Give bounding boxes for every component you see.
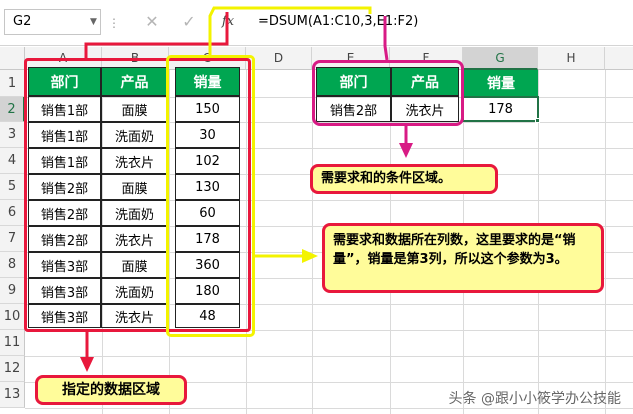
data-range-arrow-head bbox=[80, 357, 94, 372]
data-range-connector bbox=[84, 12, 229, 58]
column-arrow-head bbox=[302, 249, 318, 263]
watermark: 头条 @跟小小筱学办公技能 bbox=[448, 391, 621, 407]
criteria-arrow-head bbox=[399, 143, 413, 158]
column-callout: 需要求和数据所在列数，这里要求的是“销量”，销量是第3列，所以这个参数为3。 bbox=[322, 223, 604, 293]
column-connector bbox=[208, 6, 372, 55]
annotation-connectors bbox=[80, 6, 413, 372]
criteria-connector bbox=[383, 16, 389, 61]
data-range-callout: 指定的数据区域 bbox=[35, 375, 187, 405]
criteria-callout: 需要求和的条件区域。 bbox=[310, 164, 498, 194]
